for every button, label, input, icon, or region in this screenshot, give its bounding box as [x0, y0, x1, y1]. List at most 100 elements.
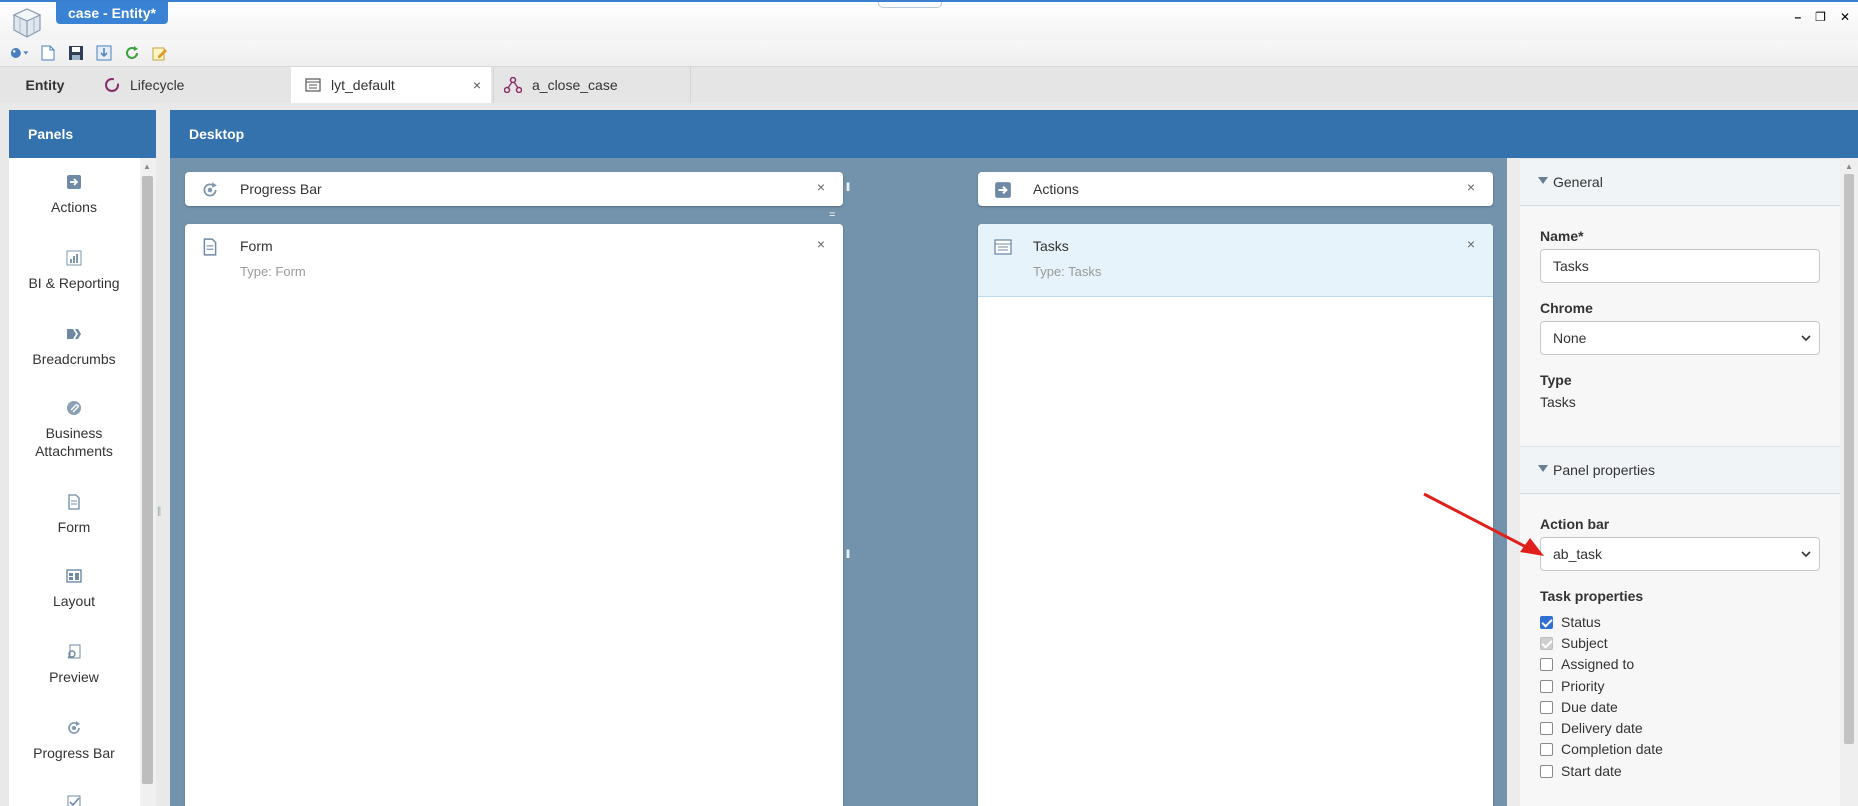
panels-scroll-thumb[interactable]: [142, 176, 153, 784]
restore-icon[interactable]: ❐: [1815, 10, 1826, 24]
panels-sidebar: Panels Actions BI & Reporting Breadcrumb…: [9, 110, 156, 806]
panel-item-more[interactable]: [9, 794, 139, 806]
save-icon[interactable]: [66, 43, 86, 63]
section-panel-properties-header[interactable]: Panel properties: [1520, 446, 1840, 494]
tab-label: lyt_default: [331, 77, 395, 93]
tab-entity[interactable]: Entity: [0, 67, 90, 103]
card-close-icon[interactable]: ×: [817, 179, 825, 195]
tab-a-close-case[interactable]: a_close_case: [493, 67, 691, 103]
checkbox-status[interactable]: Status: [1540, 614, 1601, 630]
card-title: Progress Bar: [240, 181, 322, 197]
tab-label: Entity: [25, 77, 65, 93]
panel-item-business-attachments[interactable]: Business Attachments: [9, 400, 139, 460]
checkbox-due-date[interactable]: Due date: [1540, 699, 1618, 715]
preview-icon: [67, 644, 81, 659]
toolbar: [0, 40, 1858, 66]
form-icon: [68, 494, 80, 510]
tab-bar: Entity Lifecycle lyt_default × a_close_c…: [0, 66, 1858, 103]
edit-icon[interactable]: [150, 43, 170, 63]
panel-item-preview[interactable]: Preview: [9, 644, 139, 686]
checkbox-priority[interactable]: Priority: [1540, 678, 1605, 694]
panel-item-progress-bar[interactable]: Progress Bar: [9, 720, 139, 762]
checkbox-start-date[interactable]: Start date: [1540, 763, 1622, 779]
checkbox-delivery-date[interactable]: Delivery date: [1540, 720, 1643, 736]
card-progress-bar[interactable]: Progress Bar ×: [185, 172, 843, 206]
chrome-label: Chrome: [1540, 300, 1593, 316]
card-title: Form: [240, 238, 273, 254]
panel-item-actions[interactable]: Actions: [9, 174, 139, 216]
form-icon: [203, 238, 217, 256]
card-type: Type: Tasks: [1033, 264, 1102, 279]
card-close-icon[interactable]: ×: [1467, 236, 1475, 252]
name-input[interactable]: Tasks: [1540, 249, 1820, 283]
card-tasks[interactable]: Tasks Type: Tasks ×: [978, 224, 1493, 806]
lifecycle-icon: [104, 77, 120, 93]
progress-icon: [203, 182, 217, 197]
checkbox-assigned-to[interactable]: Assigned to: [1540, 656, 1634, 672]
tasks-icon: [994, 239, 1012, 255]
properties-panel: General Name* Tasks Chrome None Type Tas…: [1507, 158, 1858, 806]
card-close-icon[interactable]: ×: [817, 236, 825, 252]
action-bar-label: Action bar: [1540, 516, 1610, 532]
red-arrow-annotation: [1423, 492, 1544, 556]
action-bar-select[interactable]: ab_task: [1540, 537, 1820, 571]
checkbox-icon[interactable]: [1540, 764, 1553, 778]
panels-header: Panels: [9, 110, 156, 158]
card-title: Tasks: [1033, 238, 1069, 254]
checkbox-icon[interactable]: [1540, 657, 1553, 671]
minimize-icon[interactable]: –: [1794, 10, 1801, 24]
tab-label: a_close_case: [532, 77, 618, 93]
layout-icon: [305, 78, 321, 92]
top-drag-handle[interactable]: [878, 2, 942, 8]
card-title: Actions: [1033, 181, 1079, 197]
type-label: Type: [1540, 372, 1572, 388]
checkbox-subject: Subject: [1540, 635, 1608, 651]
desktop-header: Desktop: [170, 110, 1858, 158]
checkbox-icon[interactable]: [1540, 742, 1553, 756]
chrome-select[interactable]: None: [1540, 321, 1820, 355]
palette-icon[interactable]: [10, 43, 30, 63]
column-splitter-handle[interactable]: ||: [846, 548, 850, 558]
checkbox-completion-date[interactable]: Completion date: [1540, 741, 1663, 757]
tab-lyt-default[interactable]: lyt_default ×: [291, 67, 491, 103]
collapse-triangle-icon: [1538, 465, 1548, 472]
scroll-up-icon[interactable]: ▲: [1845, 162, 1853, 171]
card-type: Type: Form: [240, 264, 306, 279]
card-form[interactable]: Form Type: Form ×: [185, 224, 843, 806]
properties-scroll-thumb[interactable]: [1844, 174, 1854, 744]
panel-item-bi-reporting[interactable]: BI & Reporting: [9, 250, 139, 292]
panel-item-layout[interactable]: Layout: [9, 568, 139, 610]
scroll-up-icon[interactable]: ▲: [143, 162, 151, 171]
checkbox-icon[interactable]: [1540, 721, 1553, 735]
section-general-header[interactable]: General: [1520, 158, 1840, 206]
refresh-icon[interactable]: [122, 43, 142, 63]
tab-close-icon[interactable]: ×: [473, 77, 481, 93]
left-splitter-handle[interactable]: ||: [157, 506, 161, 517]
checkbox-icon[interactable]: [1540, 679, 1553, 693]
checkbox-icon: [1540, 636, 1553, 650]
card-selected-header: [978, 224, 1493, 297]
name-label: Name*: [1540, 228, 1584, 244]
chevron-down-icon: [1801, 335, 1811, 342]
panel-item-breadcrumbs[interactable]: Breadcrumbs: [9, 326, 139, 368]
card-actions[interactable]: Actions ×: [978, 172, 1493, 206]
collapse-triangle-icon: [1538, 177, 1548, 184]
checkbox-icon: [67, 795, 81, 806]
checkbox-icon[interactable]: [1540, 615, 1553, 629]
actions-icon: [67, 175, 81, 189]
row-splitter-handle[interactable]: =: [829, 210, 835, 221]
app-logo-icon: [12, 8, 42, 38]
column-splitter-handle[interactable]: ||: [846, 181, 850, 191]
card-close-icon[interactable]: ×: [1467, 179, 1475, 195]
new-icon[interactable]: [38, 43, 58, 63]
tab-lifecycle[interactable]: Lifecycle: [90, 67, 290, 103]
action-flow-icon: [504, 77, 522, 93]
panel-item-form[interactable]: Form: [9, 494, 139, 536]
export-icon[interactable]: [94, 43, 114, 63]
desktop-canvas: Progress Bar × || Actions × = Form Type:…: [170, 158, 1507, 806]
checkbox-icon[interactable]: [1540, 700, 1553, 714]
layout-icon: [66, 569, 82, 583]
tab-label: Lifecycle: [130, 77, 185, 93]
close-icon[interactable]: ✕: [1840, 10, 1850, 24]
title-bar: case - Entity* – ❐ ✕: [0, 0, 1858, 40]
